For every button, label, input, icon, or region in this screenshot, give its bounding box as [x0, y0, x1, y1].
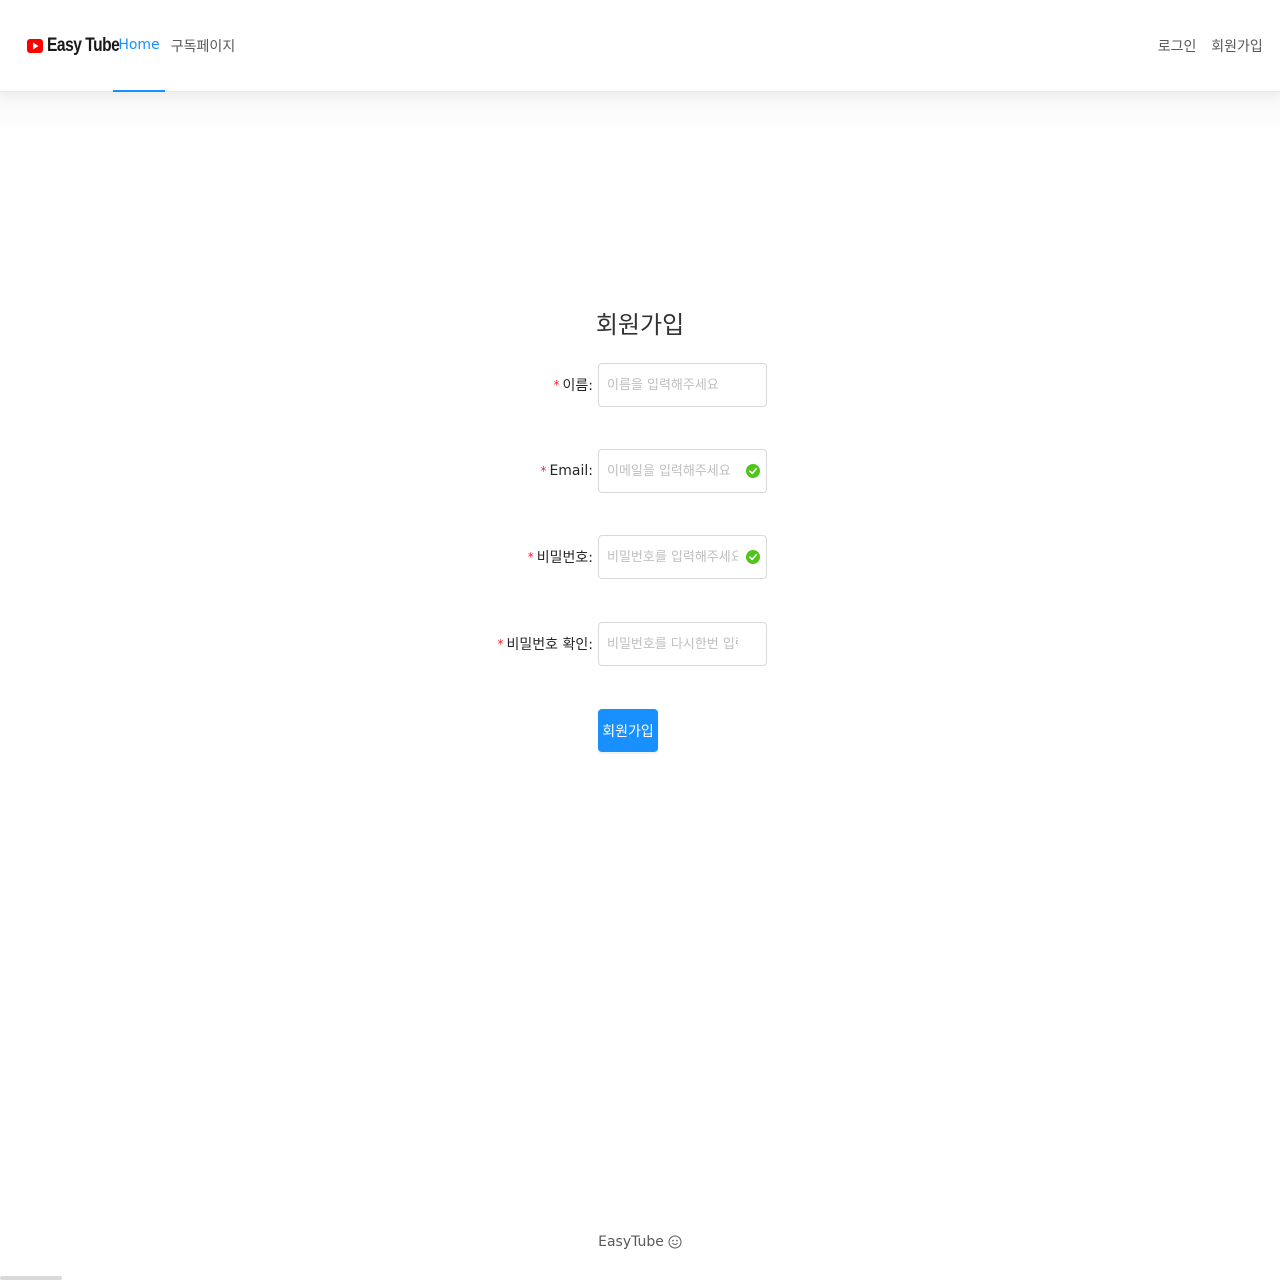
password-input[interactable]	[599, 536, 766, 578]
footer-text: EasyTube	[598, 1234, 664, 1250]
youtube-play-icon	[27, 39, 43, 53]
form-row-password: * 비밀번호:	[0, 535, 1280, 579]
name-field-wrapper	[598, 363, 767, 407]
header-shadow	[0, 92, 1280, 132]
email-input[interactable]	[599, 450, 766, 492]
footer: EasyTube	[0, 1228, 1280, 1256]
logo-text: Easy Tube	[47, 35, 120, 56]
email-field-wrapper	[598, 449, 767, 493]
nav-login[interactable]: 로그인	[1158, 0, 1197, 92]
required-mark: *	[497, 637, 504, 651]
name-label: * 이름:	[554, 363, 593, 407]
confirm-password-label-text: 비밀번호 확인:	[506, 637, 593, 653]
nav-home[interactable]: Home	[113, 0, 165, 92]
email-label-text: Email:	[549, 463, 593, 479]
nav-subscription-page[interactable]: 구독페이지	[171, 0, 235, 92]
password-field-wrapper	[598, 535, 767, 579]
name-label-text: 이름:	[562, 378, 593, 394]
smile-icon	[668, 1235, 682, 1249]
required-mark: *	[553, 378, 560, 392]
form-row-confirm-password: * 비밀번호 확인:	[0, 622, 1280, 666]
horizontal-scrollbar[interactable]	[0, 1276, 62, 1280]
form-row-name: * 이름:	[0, 363, 1280, 407]
page-title: 회원가입	[595, 311, 685, 339]
required-mark: *	[527, 550, 534, 564]
email-label: * Email:	[540, 449, 593, 493]
required-mark: *	[540, 464, 547, 478]
check-circle-icon	[746, 550, 760, 564]
check-circle-icon	[746, 464, 760, 478]
nav-signup[interactable]: 회원가입	[1211, 0, 1263, 92]
confirm-password-label: * 비밀번호 확인:	[498, 622, 593, 666]
password-label-text: 비밀번호:	[536, 550, 593, 566]
top-navigation-bar: Easy Tube Home 구독페이지 로그인 회원가입	[0, 0, 1280, 92]
confirm-password-input[interactable]	[599, 623, 766, 665]
form-row-email: * Email:	[0, 449, 1280, 493]
confirm-password-field-wrapper	[598, 622, 767, 666]
name-input[interactable]	[599, 364, 766, 406]
password-label: * 비밀번호:	[528, 535, 593, 579]
signup-submit-button[interactable]: 회원가입	[598, 709, 658, 752]
